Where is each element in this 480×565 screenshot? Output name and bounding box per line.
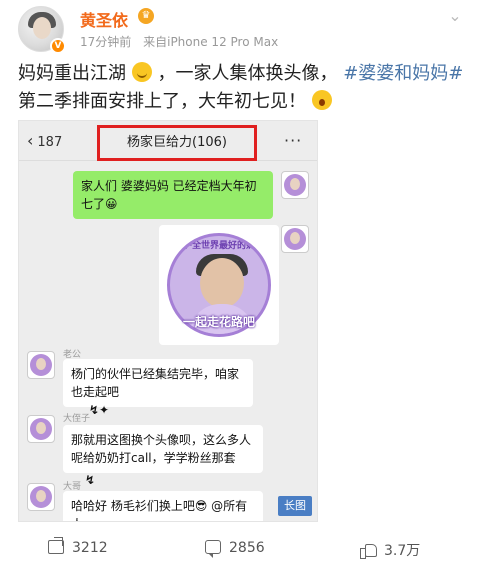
long-image-badge: 长图: [278, 496, 312, 516]
message-bubble-sent: 家人们 婆婆妈妈 已经定档大年初七了😀: [73, 171, 273, 219]
post-time: 17分钟前: [80, 35, 132, 49]
comment-count: 2856: [229, 540, 265, 556]
sender-name: 大侄子: [63, 414, 91, 424]
avatar: [281, 225, 309, 253]
vip-crown-icon: ♛: [138, 8, 154, 24]
image-message: 守护全世界最好的奶奶 一起走花路吧: [159, 225, 279, 345]
chat-header: ‹ 187 杨家巨给力(106) ···: [19, 121, 317, 161]
chat-title: 杨家巨给力(106): [97, 125, 257, 161]
shock-emoji-icon: [311, 90, 332, 110]
post-image[interactable]: ‹ 187 杨家巨给力(106) ··· 家人们 婆婆妈妈 已经定档大年初七了😀 …: [18, 120, 318, 522]
avatar: [27, 483, 55, 511]
comment-button[interactable]: 2856: [205, 540, 265, 558]
back-count: 187: [37, 135, 63, 150]
share-button[interactable]: 3212: [48, 540, 108, 556]
like-icon: [360, 543, 377, 559]
chevron-down-icon[interactable]: ⌄: [444, 6, 466, 25]
post-text-part: ，一家人集体换头像，: [157, 63, 338, 84]
avatar: [281, 171, 309, 199]
post-footer: 3212 2856 3.7万: [0, 534, 480, 565]
avatar: [27, 415, 55, 443]
image-arc-text: 守护全世界最好的奶奶: [173, 241, 264, 251]
post-text: 妈妈重出江湖 ，一家人集体换头像， #婆婆和妈妈# 第二季排面安排上了，大年初七…: [18, 60, 464, 116]
image-slogan: 一起走花路吧: [182, 315, 255, 329]
post-meta: 17分钟前 来自iPhone 12 Pro Max: [80, 33, 286, 50]
more-icon[interactable]: ···: [284, 131, 302, 150]
comment-icon: [205, 540, 221, 558]
message-bubble-received: 哈哈好 杨毛衫们换上吧😎 @所有人: [63, 491, 263, 521]
message-bubble-received: 那就用这图换个头像呗，这么多人呢给奶奶打call，学学粉丝那套: [63, 425, 263, 473]
message-bubble-received: 杨门的伙伴已经集结完毕，咱家也走起吧: [63, 359, 253, 407]
post-header: V 黄圣依 ♛ 17分钟前 来自iPhone 12 Pro Max ⌄: [0, 0, 480, 58]
share-icon: [48, 540, 64, 554]
like-button[interactable]: 3.7万: [360, 540, 420, 560]
avatar: [27, 351, 55, 379]
verified-badge-icon: V: [50, 38, 66, 54]
sticker-icon: ↯✦: [89, 403, 110, 417]
post-source: 来自iPhone 12 Pro Max: [143, 35, 279, 49]
sticker-icon: ↯: [85, 473, 96, 487]
post-text-part: 妈妈重出江湖: [18, 63, 126, 84]
like-count: 3.7万: [384, 543, 421, 559]
topic-tag-link[interactable]: #婆婆和妈妈#: [343, 63, 463, 84]
share-count: 3212: [72, 540, 108, 556]
smile-emoji-icon: [131, 62, 152, 82]
post-text-part: 第二季排面安排上了，大年初七见！: [18, 91, 306, 112]
chat-back-button[interactable]: ‹ 187: [27, 131, 62, 150]
username[interactable]: 黄圣依: [80, 7, 128, 31]
